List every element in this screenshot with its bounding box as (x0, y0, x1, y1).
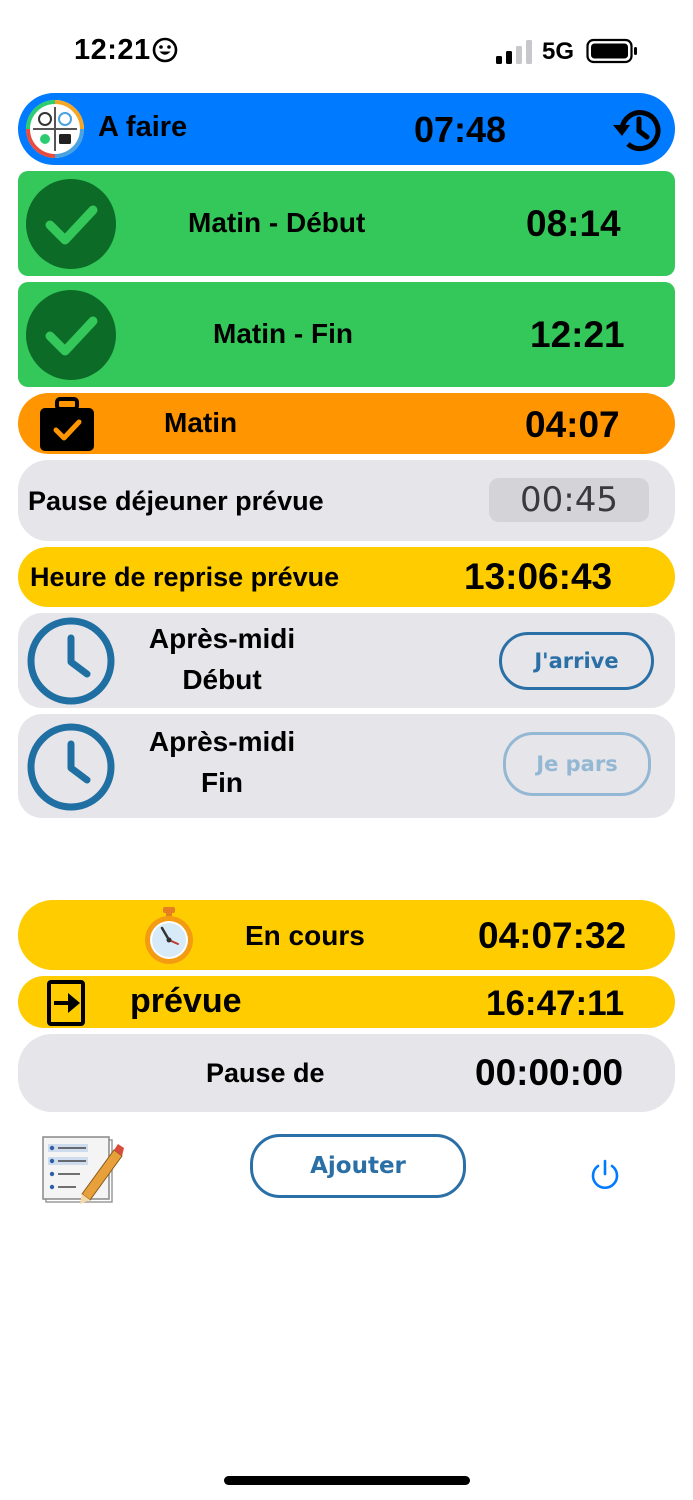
stopwatch-icon (145, 907, 193, 964)
network-type: 5G (542, 38, 575, 65)
morning-end-time: 12:21 (530, 314, 625, 355)
in-progress-label: En cours (245, 920, 365, 951)
resume-time-row: Heure de reprise prévue 13:06:43 (18, 547, 675, 607)
header-time: 07:48 (414, 109, 507, 150)
resume-time-label: Heure de reprise prévue (30, 562, 340, 592)
home-indicator (224, 1476, 470, 1485)
morning-start-label: Matin - Début (188, 207, 366, 238)
afternoon-start-row: Après-midi Début J'arrive (18, 613, 675, 708)
power-icon[interactable] (588, 1158, 622, 1192)
header-title: A faire (98, 111, 188, 143)
status-time: 12:21 (74, 34, 151, 66)
morning-total-label: Matin (164, 407, 238, 438)
check-icon (26, 290, 116, 380)
morning-total-time: 04:07 (525, 404, 620, 445)
smiley-icon (152, 37, 178, 63)
morning-total-row: Matin 04:07 (18, 393, 675, 454)
lunch-break-row: Pause déjeuner prévue 00:45 (18, 460, 675, 541)
exit-icon (47, 980, 85, 1026)
morning-end-row: Matin - Fin 12:21 (18, 282, 675, 387)
pause-time: 00:00:00 (475, 1052, 624, 1093)
clock-icon (27, 723, 115, 811)
arrive-button[interactable]: J'arrive (499, 632, 654, 690)
in-progress-row: En cours 04:07:32 (18, 900, 675, 970)
pause-row: Pause de 00:00:00 (18, 1034, 675, 1112)
morning-end-label: Matin - Fin (213, 318, 353, 349)
planned-exit-time: 16:47:11 (486, 984, 625, 1023)
add-button[interactable]: Ajouter (250, 1134, 466, 1198)
lunch-break-label: Pause déjeuner prévue (28, 486, 324, 516)
morning-start-row: Matin - Début 08:14 (18, 171, 675, 276)
afternoon-end-row: Après-midi Fin Je pars (18, 714, 675, 818)
planned-exit-label: prévue (130, 982, 242, 1020)
afternoon-start-line2: Début (182, 664, 262, 695)
leave-button[interactable]: Je pars (503, 732, 651, 796)
afternoon-end-line1: Après-midi (148, 726, 296, 757)
resume-time-value: 13:06:43 (464, 556, 613, 597)
pause-label: Pause de (206, 1058, 325, 1088)
in-progress-time: 04:07:32 (478, 915, 627, 956)
afternoon-end-line2: Fin (201, 767, 243, 798)
morning-start-time: 08:14 (526, 203, 621, 244)
cellular-signal-icon (496, 40, 532, 64)
notes-icon[interactable] (42, 1134, 124, 1206)
afternoon-start-line1: Après-midi (148, 623, 296, 654)
status-bar: 12:21 5G (0, 0, 693, 100)
history-icon[interactable] (610, 103, 664, 157)
briefcase-icon (40, 397, 94, 451)
check-icon (26, 179, 116, 269)
clock-icon (27, 617, 115, 705)
battery-icon (586, 38, 637, 64)
lunch-duration-field[interactable]: 00:45 (489, 478, 649, 522)
header-bar: A faire 07:48 (18, 93, 675, 165)
app-logo-icon (26, 100, 84, 158)
planned-exit-row: prévue 16:47:11 (18, 976, 675, 1028)
